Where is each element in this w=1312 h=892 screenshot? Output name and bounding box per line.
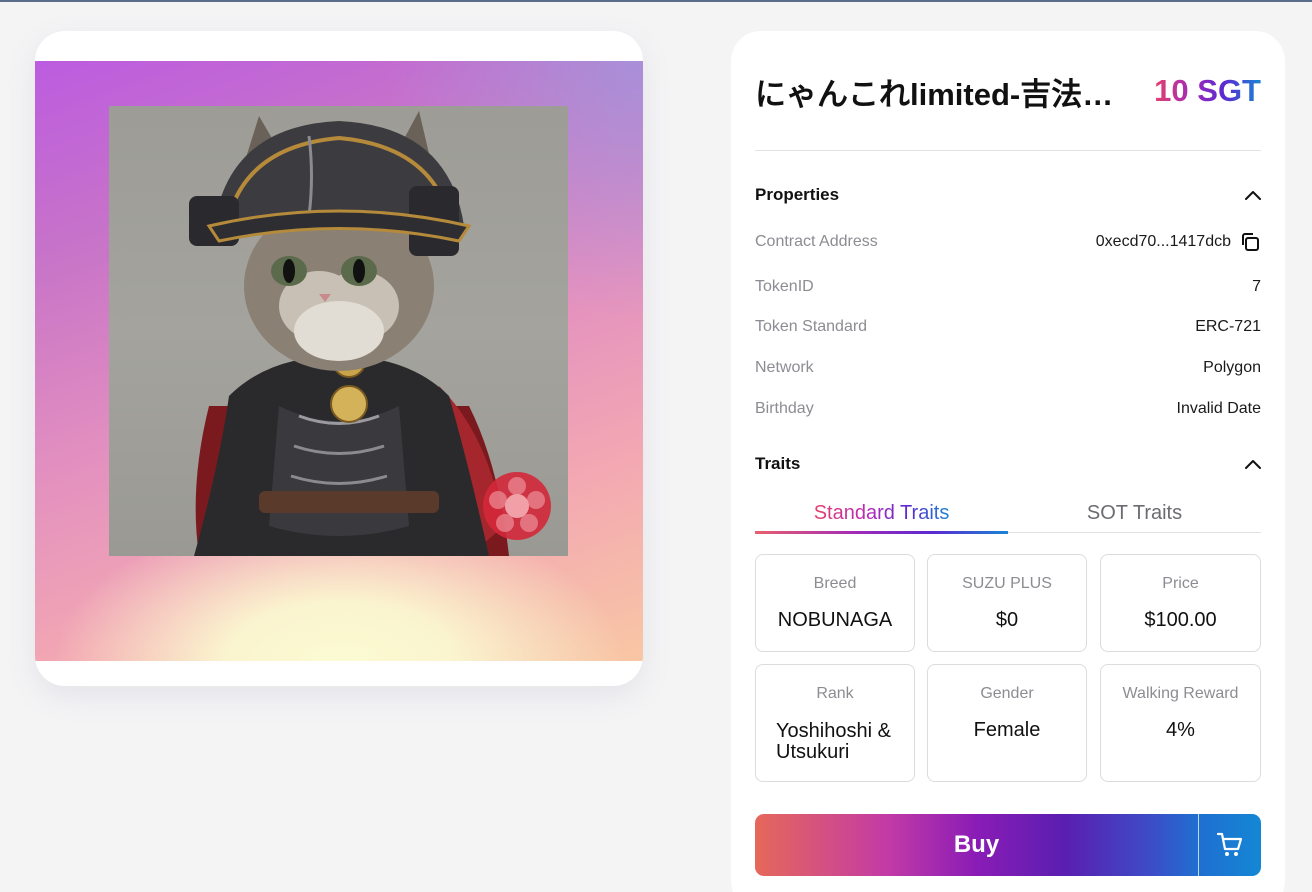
property-key: Token Standard (755, 318, 868, 335)
nft-image (109, 106, 568, 556)
trait-card-suzu-plus: SUZU PLUS $0 (927, 554, 1087, 652)
trait-value: Female (973, 719, 1041, 741)
nft-details-panel: にゃんこれlimited-吉法… 10 SGT Properties Contr… (731, 31, 1285, 892)
chevron-up-icon[interactable] (1245, 190, 1261, 200)
property-row-network: Network Polygon (755, 357, 1261, 379)
tab-label: Standard Traits (813, 501, 950, 524)
property-row-contract-address: Contract Address 0xecd70...1417dcb (755, 231, 1261, 253)
nft-image-card (35, 31, 643, 686)
property-key: Contract Address (755, 233, 878, 250)
trait-value: NOBUNAGA (777, 609, 893, 631)
copy-icon[interactable] (1239, 231, 1261, 253)
property-value: 7 (1252, 278, 1261, 295)
chevron-up-icon[interactable] (1245, 459, 1261, 469)
traits-heading: Traits (755, 454, 801, 473)
top-border (0, 0, 1312, 2)
trait-value: $100.00 (1144, 609, 1217, 631)
tab-sot-traits[interactable]: SOT Traits (1008, 493, 1261, 533)
property-key: Birthday (755, 400, 814, 417)
properties-header[interactable]: Properties (755, 183, 1261, 207)
property-key: Network (755, 359, 814, 376)
properties-heading: Properties (755, 185, 840, 204)
property-key: TokenID (755, 278, 814, 295)
trait-key: Rank (816, 685, 854, 702)
property-row-token-standard: Token Standard ERC-721 (755, 316, 1261, 338)
active-tab-indicator (755, 531, 1008, 534)
traits-tabs: Standard Traits SOT Traits (755, 493, 1261, 533)
property-value: Polygon (1203, 359, 1261, 376)
contract-address-value: 0xecd70...1417dcb (1095, 233, 1231, 250)
add-to-cart-button[interactable] (1198, 814, 1261, 876)
trait-key: Walking Reward (1122, 685, 1239, 702)
trait-key: SUZU PLUS (962, 575, 1052, 592)
trait-card-price: Price $100.00 (1100, 554, 1261, 652)
title-divider (755, 150, 1261, 151)
property-row-birthday: Birthday Invalid Date (755, 398, 1261, 420)
trait-card-walking-reward: Walking Reward 4% (1100, 664, 1261, 782)
property-row-token-id: TokenID 7 (755, 276, 1261, 298)
trait-card-breed: Breed NOBUNAGA (755, 554, 915, 652)
buy-button[interactable]: Buy (755, 814, 1198, 876)
nft-title: にゃんこれlimited-吉法… (755, 76, 1114, 112)
trait-key: Breed (813, 575, 857, 592)
trait-value: 4% (1166, 719, 1195, 741)
nft-price: 10 SGT (1154, 73, 1261, 108)
trait-value: $0 (995, 609, 1019, 631)
property-value: Invalid Date (1176, 400, 1262, 417)
cart-icon (1216, 832, 1243, 856)
title-row: にゃんこれlimited-吉法… 10 SGT (755, 69, 1261, 113)
purchase-actions: Buy (755, 814, 1261, 876)
tab-label: SOT Traits (1086, 501, 1183, 524)
traits-header[interactable]: Traits (755, 452, 1261, 476)
trait-card-rank: Rank Yoshihoshi & Utsukuri (755, 664, 915, 782)
trait-card-gender: Gender Female (927, 664, 1087, 782)
property-value: ERC-721 (1195, 318, 1261, 335)
trait-key: Price (1162, 575, 1199, 592)
tab-standard-traits[interactable]: Standard Traits (755, 493, 1008, 533)
trait-value: Yoshihoshi & Utsukuri (776, 720, 891, 763)
trait-key: Gender (980, 685, 1034, 702)
